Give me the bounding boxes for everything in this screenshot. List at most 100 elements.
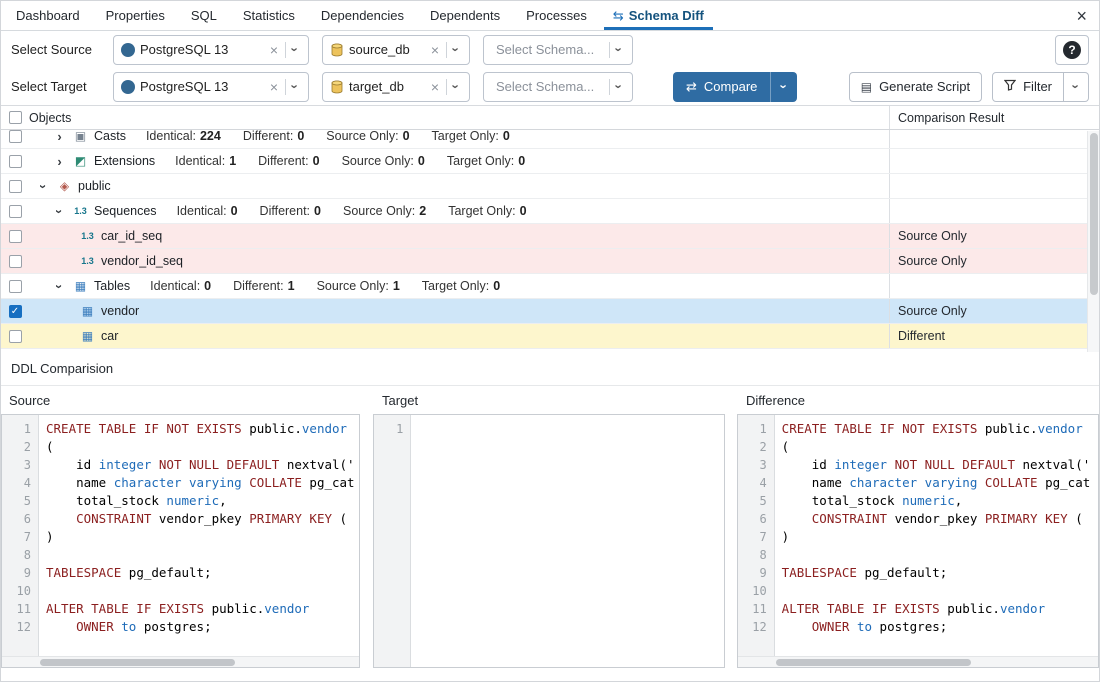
clear-icon[interactable]: × <box>427 79 443 95</box>
table-row[interactable]: ›1.3SequencesIdentical:0Different:0Sourc… <box>1 199 1099 224</box>
source-editor[interactable]: 123456789101112CREATE TABLE IF NOT EXIST… <box>1 414 360 668</box>
row-checkbox[interactable] <box>9 180 22 193</box>
source-schema-select[interactable]: Select Schema... › <box>483 35 633 65</box>
chevron-down-icon[interactable]: › <box>449 44 464 56</box>
table-row[interactable]: ▦carDifferent <box>1 324 1099 349</box>
tab-dependents[interactable]: Dependents <box>417 1 513 30</box>
row-label: vendor <box>101 304 139 318</box>
expand-icon[interactable]: › <box>53 130 66 144</box>
chevron-down-icon[interactable]: › <box>449 81 464 93</box>
clear-icon[interactable]: × <box>266 42 282 58</box>
comparison-counts: Identical:0Different:1Source Only:1Targe… <box>150 279 522 293</box>
tab-sql[interactable]: SQL <box>178 1 230 30</box>
comparison-counts: Identical:1Different:0Source Only:0Targe… <box>175 154 547 168</box>
tab-label: Dependents <box>430 8 500 23</box>
tab-dependencies[interactable]: Dependencies <box>308 1 417 30</box>
target-schema-placeholder: Select Schema... <box>496 79 601 94</box>
select-all-checkbox[interactable] <box>9 111 22 124</box>
difference-editor[interactable]: 123456789101112CREATE TABLE IF NOT EXIST… <box>737 414 1099 668</box>
grid-vertical-scrollbar[interactable] <box>1087 131 1099 352</box>
chevron-down-icon[interactable]: › <box>612 81 627 93</box>
tab-label: Processes <box>526 8 587 23</box>
code-area[interactable] <box>411 415 723 667</box>
row-checkbox[interactable] <box>9 130 22 143</box>
table-row[interactable]: ›◩ExtensionsIdentical:1Different:0Source… <box>1 149 1099 174</box>
comparison-counts: Identical:0Different:0Source Only:2Targe… <box>177 204 549 218</box>
tab-schema-diff[interactable]: ⇆Schema Diff <box>600 1 717 30</box>
target-database-select[interactable]: target_db × › <box>322 72 470 102</box>
source-database-value: source_db <box>349 42 422 57</box>
schema-diff-icon: ⇆ <box>613 8 624 24</box>
scrollbar-thumb[interactable] <box>1090 133 1098 295</box>
table-row[interactable]: 1.3car_id_seqSource Only <box>1 224 1099 249</box>
target-server-select[interactable]: PostgreSQL 13 × › <box>113 72 309 102</box>
target-editor[interactable]: 1 <box>373 414 724 668</box>
target-schema-select[interactable]: Select Schema... › <box>483 72 633 102</box>
chevron-down-icon[interactable]: › <box>288 81 303 93</box>
postgresql-icon <box>121 80 135 94</box>
table-row[interactable]: ›▦TablesIdentical:0Different:1Source Onl… <box>1 274 1099 299</box>
row-label: Extensions <box>94 154 155 168</box>
source-server-select[interactable]: PostgreSQL 13 × › <box>113 35 309 65</box>
source-database-select[interactable]: source_db × › <box>322 35 470 65</box>
filter-button[interactable]: Filter <box>992 72 1064 102</box>
table-row[interactable]: ✓▦vendorSource Only <box>1 299 1099 324</box>
code-area[interactable]: CREATE TABLE IF NOT EXISTS public.vendor… <box>39 415 359 667</box>
scrollbar-thumb[interactable] <box>776 659 971 666</box>
row-checkbox[interactable] <box>9 280 22 293</box>
line-number: 1 <box>738 420 774 438</box>
row-checkbox[interactable] <box>9 205 22 218</box>
compare-label: Compare <box>704 79 757 94</box>
help-button[interactable]: ? <box>1055 35 1089 65</box>
chevron-down-icon[interactable]: › <box>612 44 627 56</box>
collapse-icon[interactable]: › <box>36 180 51 193</box>
table-row[interactable]: ›▣CastsIdentical:224Different:0Source On… <box>1 130 1099 149</box>
tab-dashboard[interactable]: Dashboard <box>3 1 93 30</box>
tab-processes[interactable]: Processes <box>513 1 600 30</box>
code-line: ( <box>46 438 359 456</box>
collapse-icon[interactable]: › <box>52 280 67 293</box>
clear-icon[interactable]: × <box>427 42 443 58</box>
row-checkbox[interactable]: ✓ <box>9 305 22 318</box>
clear-icon[interactable]: × <box>266 79 282 95</box>
filter-button-group: Filter › <box>992 72 1089 102</box>
row-checkbox[interactable] <box>9 255 22 268</box>
tab-statistics[interactable]: Statistics <box>230 1 308 30</box>
horizontal-scrollbar[interactable] <box>2 656 359 667</box>
collapse-icon[interactable]: › <box>52 205 67 218</box>
expand-icon[interactable]: › <box>53 154 66 169</box>
casts-icon: ▣ <box>72 130 89 143</box>
filter-dropdown-button[interactable]: › <box>1064 72 1089 102</box>
table-row[interactable]: 1.3vendor_id_seqSource Only <box>1 249 1099 274</box>
generate-script-button[interactable]: ▤ Generate Script <box>849 72 982 102</box>
close-icon[interactable]: × <box>1076 7 1087 25</box>
code-line: total_stock numeric, <box>782 492 1098 510</box>
line-number-gutter: 1 <box>374 415 411 667</box>
select-all-cell <box>1 106 29 129</box>
horizontal-scrollbar[interactable] <box>738 656 1098 667</box>
chevron-down-icon[interactable]: › <box>288 44 303 56</box>
objects-column-header[interactable]: Objects <box>29 106 889 129</box>
ddl-panes: 123456789101112CREATE TABLE IF NOT EXIST… <box>1 414 1099 668</box>
comparison-result-cell: Source Only <box>889 224 1099 248</box>
row-checkbox[interactable] <box>9 230 22 243</box>
compare-button[interactable]: ⇄ Compare › <box>673 72 797 102</box>
code-area[interactable]: CREATE TABLE IF NOT EXISTS public.vendor… <box>775 415 1098 667</box>
table-row[interactable]: ›◈public <box>1 174 1099 199</box>
tab-label: Statistics <box>243 8 295 23</box>
row-checkbox[interactable] <box>9 155 22 168</box>
select-target-label: Select Target <box>11 79 113 94</box>
comparison-counts: Identical:224Different:0Source Only:0Tar… <box>146 130 532 143</box>
divider <box>609 79 610 95</box>
source-schema-placeholder: Select Schema... <box>496 42 601 57</box>
source-pane-header: Source <box>1 393 374 408</box>
comparison-result-cell: Source Only <box>889 299 1099 323</box>
row-checkbox[interactable] <box>9 330 22 343</box>
compare-dropdown-button[interactable]: › <box>771 72 797 102</box>
tab-properties[interactable]: Properties <box>93 1 178 30</box>
tab-bar: DashboardPropertiesSQL Statistics Dependen… <box>1 1 1099 31</box>
comparison-result-cell: Source Only <box>889 249 1099 273</box>
chevron-down-icon: › <box>777 84 792 88</box>
comparison-result-column-header[interactable]: Comparison Result <box>889 106 1099 129</box>
scrollbar-thumb[interactable] <box>40 659 235 666</box>
